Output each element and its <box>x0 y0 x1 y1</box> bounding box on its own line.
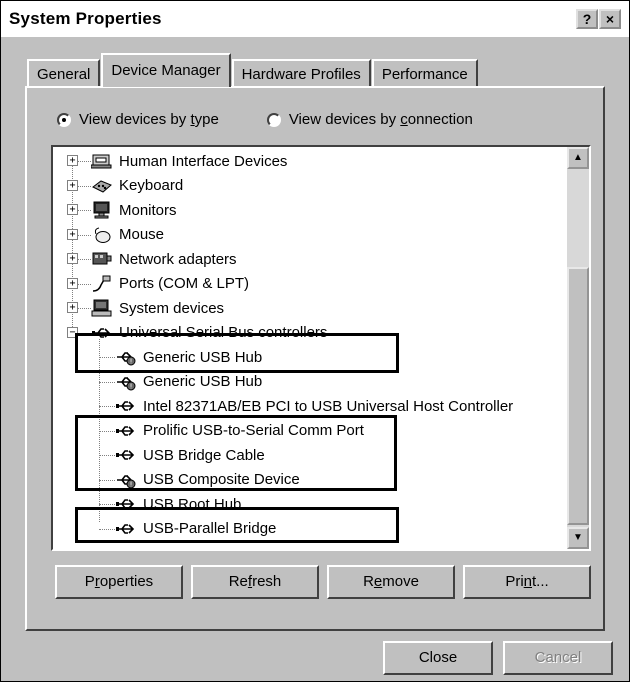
expand-toggle[interactable]: + <box>67 277 78 289</box>
expand-toggle[interactable]: + <box>67 228 78 240</box>
tab-performance[interactable]: Performance <box>371 59 478 87</box>
close-button[interactable]: Close <box>383 641 493 675</box>
usb-icon <box>115 397 137 415</box>
print-button[interactable]: Print... <box>463 565 591 599</box>
tree-category-mouse[interactable]: Mouse <box>91 223 164 247</box>
window-title: System Properties <box>9 9 162 28</box>
refresh-button[interactable]: Refresh <box>191 565 319 599</box>
expand-toggle[interactable]: + <box>67 179 78 191</box>
tab-general[interactable]: General <box>27 59 101 87</box>
highlight-box-usb-parallel-bridge <box>75 507 399 543</box>
tree-category-keyboard[interactable]: Keyboard <box>91 174 183 198</box>
tree-connector-line <box>99 504 115 505</box>
mouse-icon <box>91 226 113 244</box>
expand-toggle[interactable]: + <box>67 155 78 166</box>
tree-category-human-interface-devices[interactable]: Human Interface Devices <box>90 149 288 173</box>
tree-connector-line <box>99 381 115 383</box>
tree-category-label: Mouse <box>119 226 165 243</box>
scroll-down-button[interactable]: ▼ <box>567 527 589 549</box>
tab-hardware-profiles[interactable]: Hardware Profiles <box>231 59 371 87</box>
properties-button[interactable]: Properties <box>55 565 183 599</box>
tree-device-label: Intel 82371AB/EB PCI to USB Universal Ho… <box>143 397 514 415</box>
close-window-button[interactable]: × <box>599 9 621 29</box>
tree-connector-line <box>77 161 91 162</box>
expand-toggle[interactable]: + <box>67 253 78 264</box>
tree-category-label: Keyboard <box>119 177 184 194</box>
tree-category-label: Ports (COM & LPT) <box>119 275 250 292</box>
tree-connector-line <box>77 185 91 187</box>
tree-connector-line <box>77 210 91 211</box>
view-by-connection-label: View devices by connection <box>288 111 473 128</box>
tree-category-label: Network adapters <box>119 250 237 268</box>
radio-indicator <box>266 112 281 127</box>
scroll-up-button[interactable]: ▲ <box>567 147 589 169</box>
view-by-connection-radio[interactable]: View devices by connection <box>266 111 473 128</box>
tree-connector-line <box>77 259 91 260</box>
tree-category-label: Monitors <box>119 201 177 219</box>
port-icon <box>91 275 113 293</box>
tab-strip: General Device Manager Hardware Profiles… <box>27 53 479 87</box>
tree-category-label: Human Interface Devices <box>119 152 288 170</box>
title-bar: System Properties ? × <box>1 1 629 37</box>
scroll-thumb[interactable] <box>567 267 589 525</box>
highlight-box-usb-devices <box>75 415 397 491</box>
tree-category-monitors[interactable]: Monitors <box>91 198 177 222</box>
tree-category-network-adapters[interactable]: Network adapters <box>91 247 237 271</box>
cancel-button[interactable]: Cancel <box>503 641 613 675</box>
highlight-box-generic-usb-hub <box>75 333 399 373</box>
vertical-scrollbar[interactable]: ▲ ▼ <box>567 147 589 549</box>
tree-category-label: System devices <box>119 299 225 317</box>
system-properties-window: System Properties ? × General Device Man… <box>0 0 630 682</box>
network-adapter-icon <box>91 250 113 268</box>
system-device-icon <box>91 299 113 317</box>
tree-category-system-devices[interactable]: System devices <box>91 296 224 320</box>
tree-category-ports-com-lpt[interactable]: Ports (COM & LPT) <box>91 272 249 296</box>
svg-text:!: ! <box>130 382 133 390</box>
tree-device-label: Generic USB Hub <box>143 373 263 390</box>
radio-indicator-selected <box>57 112 71 127</box>
help-button[interactable]: ? <box>576 9 598 29</box>
view-mode-group: View devices by type View devices by con… <box>57 111 521 128</box>
tab-device-manager[interactable]: Device Manager <box>101 53 231 87</box>
remove-button[interactable]: Remove <box>327 565 455 599</box>
expand-toggle[interactable]: + <box>67 302 78 313</box>
hid-icon <box>90 152 113 170</box>
view-by-type-label: View devices by type <box>79 111 219 128</box>
tree-connector-line <box>77 308 91 309</box>
tree-connector-line <box>77 283 91 285</box>
tree-connector-line <box>99 406 115 407</box>
view-by-type-radio[interactable]: View devices by type <box>57 111 219 128</box>
tree-device-item[interactable]: ! Generic USB Hub <box>115 370 262 394</box>
tree-connector-line <box>77 234 91 236</box>
monitor-icon <box>91 201 113 219</box>
keyboard-icon <box>91 177 113 195</box>
expand-toggle[interactable]: + <box>67 204 78 215</box>
usb-warning-icon: ! <box>115 373 137 391</box>
